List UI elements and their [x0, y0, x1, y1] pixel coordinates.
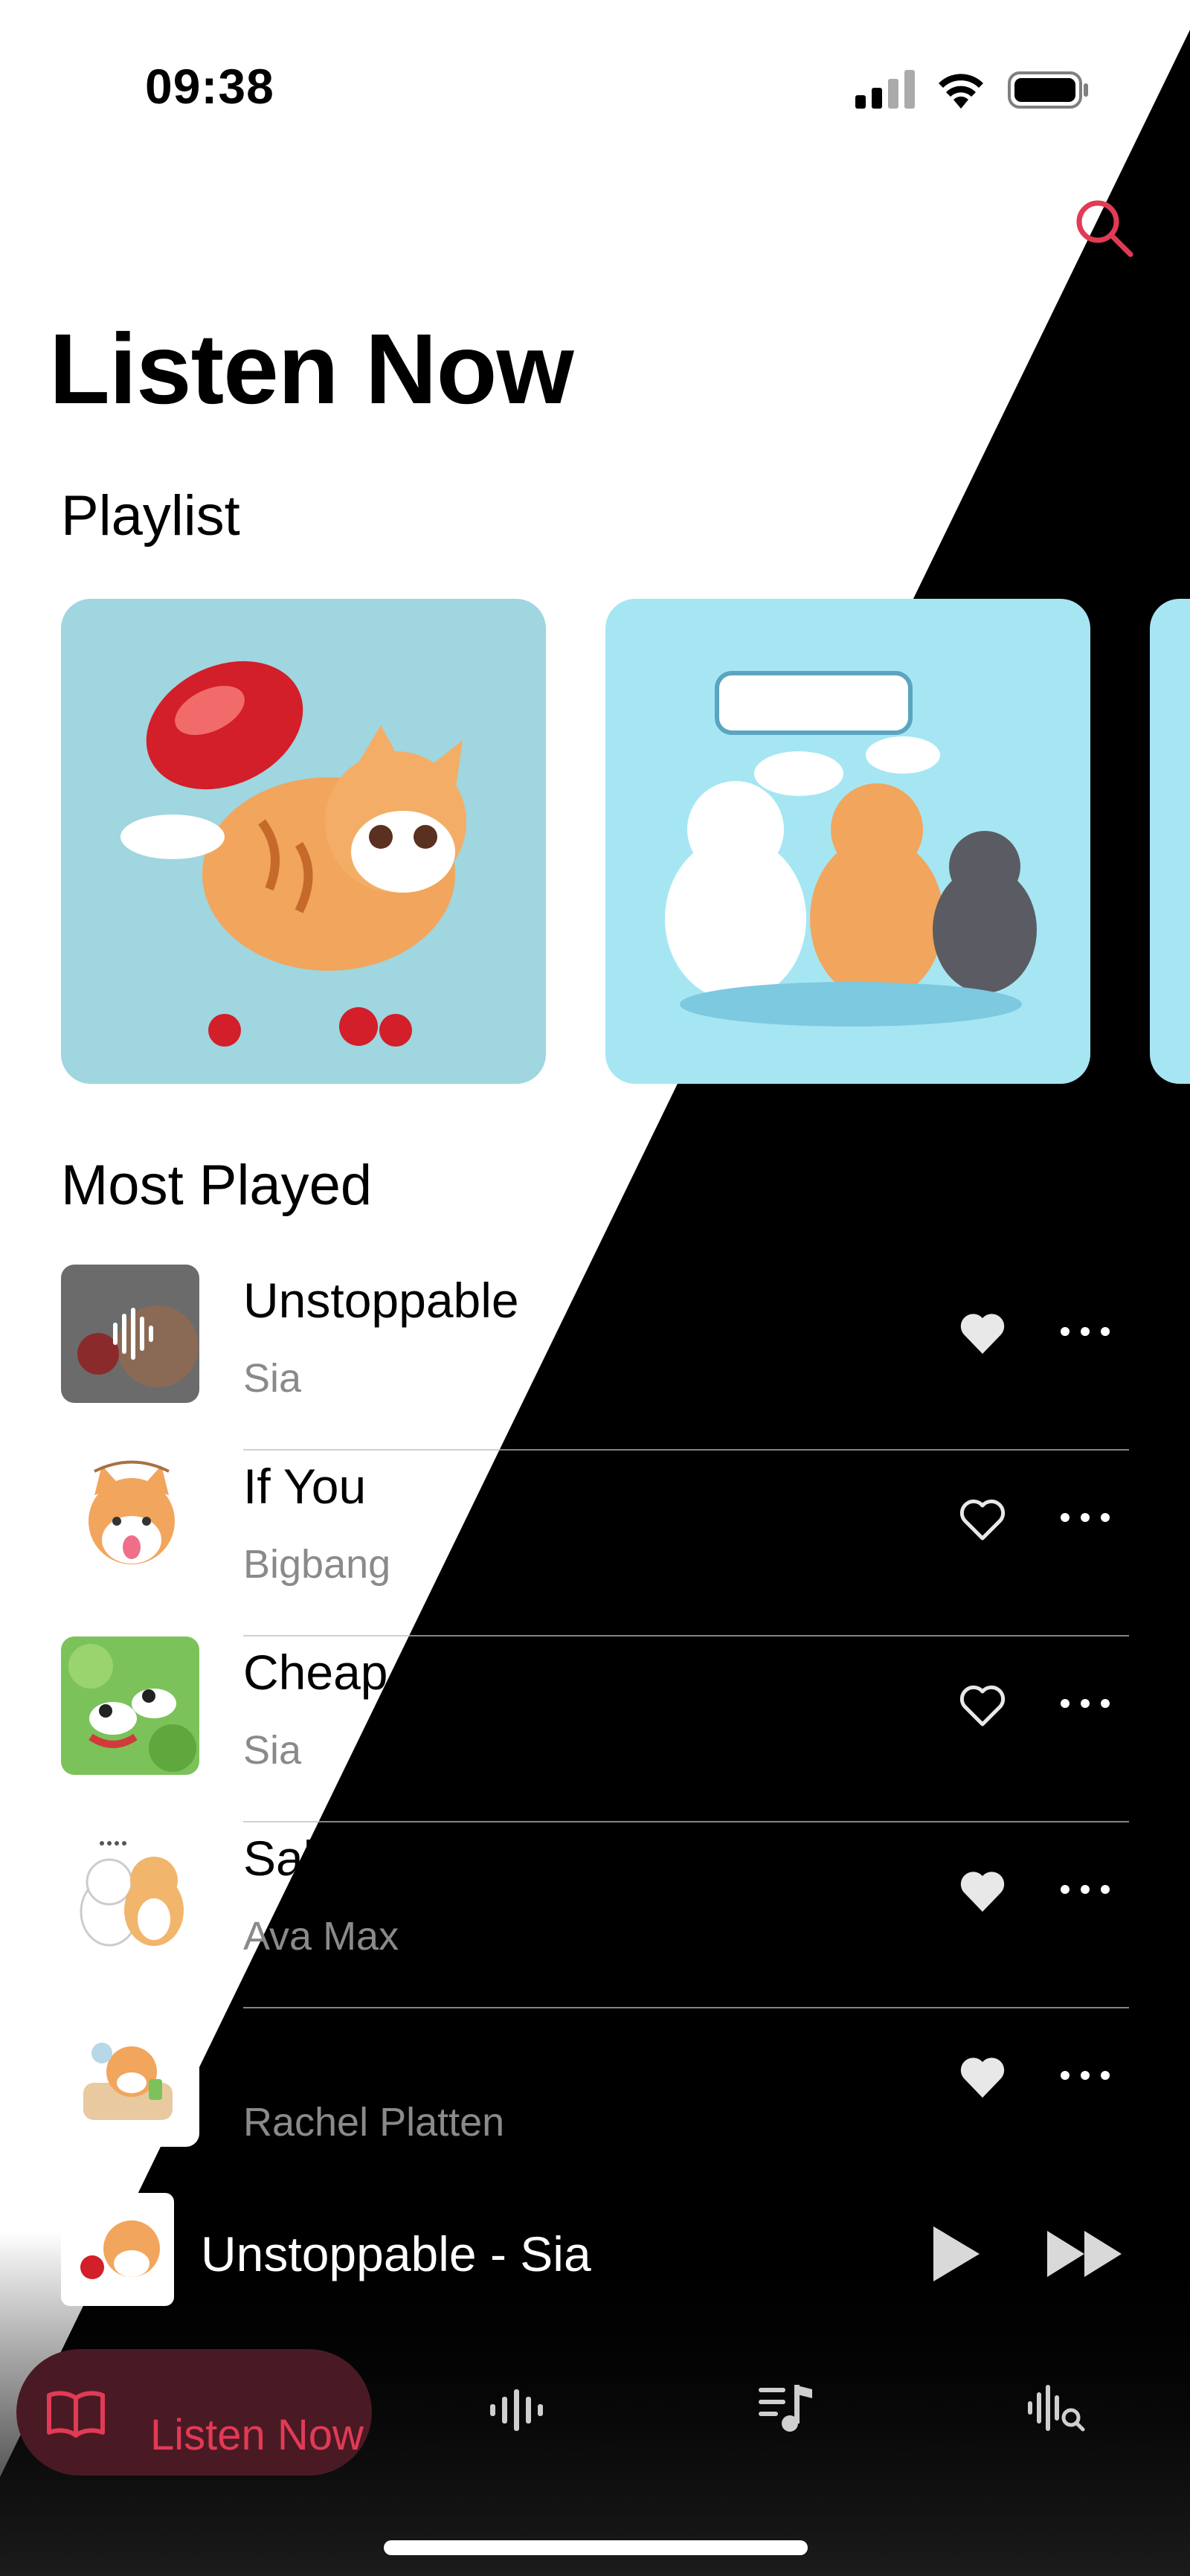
ellipsis-icon — [1061, 2071, 1110, 2080]
status-icons — [855, 67, 1093, 115]
ellipsis-icon — [1061, 1885, 1110, 1894]
play-button[interactable] — [926, 2220, 985, 2287]
heart-outline-icon — [959, 1499, 1006, 1541]
song-title: Cheap Thrills — [243, 1645, 532, 1700]
music-list-icon — [759, 2385, 812, 2432]
song-artwork — [61, 1451, 199, 1589]
song-artist: Bigbang — [243, 1542, 391, 1587]
song-title: Lone Ranger — [243, 2017, 527, 2072]
ellipsis-icon — [1061, 1513, 1110, 1522]
waveform-icon — [490, 2389, 543, 2431]
fast-forward-button[interactable] — [1041, 2220, 1130, 2287]
playlist-card[interactable] — [1150, 599, 1190, 1084]
more-options-button[interactable] — [1058, 1317, 1113, 1346]
playlist-card[interactable] — [61, 599, 546, 1084]
more-options-button[interactable] — [1058, 1503, 1113, 1532]
tab-library[interactable] — [757, 2382, 817, 2438]
song-row[interactable]: Lone Ranger Rachel Platten — [61, 2008, 1129, 2194]
search-button[interactable] — [1071, 195, 1138, 262]
favorite-button[interactable] — [958, 2053, 1007, 2102]
tab-listen-now[interactable]: Listen Now — [16, 2349, 372, 2476]
song-artwork — [61, 2008, 199, 2147]
search-icon — [1076, 200, 1133, 257]
cat-heart-artwork — [120, 661, 466, 1047]
home-indicator — [384, 2540, 808, 2555]
song-title: If You — [243, 1459, 367, 1514]
page-title: Listen Now — [49, 314, 574, 425]
song-row[interactable]: Unstoppable Sia — [61, 1265, 1129, 1451]
tab-search[interactable] — [1026, 2382, 1086, 2438]
playlist-card[interactable] — [605, 599, 1090, 1084]
wifi-icon — [939, 74, 983, 109]
mini-player-title: Unstoppable - Sia — [201, 2226, 591, 2281]
mini-player-artwork — [61, 2193, 174, 2306]
book-icon — [47, 2391, 105, 2438]
fast-forward-icon — [1047, 2231, 1122, 2277]
playlist-section-title: Playlist — [61, 484, 240, 547]
tab-label: Listen Now — [150, 2411, 364, 2459]
more-options-button[interactable] — [1058, 1689, 1113, 1718]
song-artist: Ava Max — [243, 1914, 399, 1959]
cats-air-conditioner-artwork — [665, 671, 1037, 1027]
most-played-section-title: Most Played — [61, 1154, 373, 1217]
ellipsis-icon — [1061, 1699, 1110, 1708]
status-time: 09:38 — [145, 59, 274, 114]
status-bar: 09:38 — [0, 0, 1190, 171]
ellipsis-icon — [1061, 1327, 1110, 1336]
heart-filled-icon — [960, 1872, 1005, 1912]
heart-filled-icon — [960, 2058, 1005, 2098]
battery-icon — [1008, 71, 1088, 109]
song-row[interactable]: Cheap Thrills Sia — [61, 1637, 1129, 1822]
favorite-button[interactable] — [958, 1309, 1007, 1358]
tab-radio[interactable] — [487, 2388, 547, 2436]
favorite-button[interactable] — [958, 1681, 1007, 1730]
song-artist: Rachel Platten — [243, 2100, 505, 2145]
more-options-button[interactable] — [1058, 2061, 1113, 2090]
waveform-search-icon — [1028, 2385, 1085, 2432]
play-icon — [933, 2226, 980, 2281]
song-title: Unstoppable — [243, 1273, 519, 1328]
song-row[interactable]: If You Bigbang — [61, 1451, 1129, 1637]
heart-outline-icon — [959, 1685, 1006, 1727]
heart-filled-icon — [960, 1314, 1005, 1354]
more-options-button[interactable] — [1058, 1875, 1113, 1904]
favorite-button[interactable] — [958, 1867, 1007, 1916]
song-title: Salt — [243, 1831, 328, 1886]
song-artist: Sia — [243, 1356, 302, 1401]
tab-bar: Listen Now — [0, 2328, 1190, 2576]
signal-icon — [855, 70, 915, 109]
song-artwork — [61, 1822, 199, 1961]
favorite-button[interactable] — [958, 1495, 1007, 1544]
song-artist: Sia — [243, 1728, 302, 1773]
mini-player[interactable]: Unstoppable - Sia — [0, 2180, 1190, 2328]
song-artwork — [61, 1637, 199, 1775]
song-artwork — [61, 1265, 199, 1403]
song-row[interactable]: Salt Ava Max — [61, 1822, 1129, 2008]
